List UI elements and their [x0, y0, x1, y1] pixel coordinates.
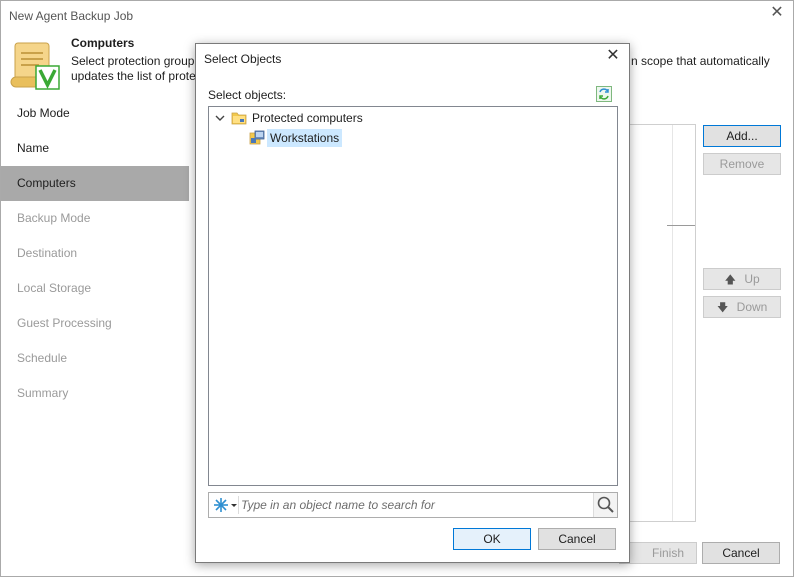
dialog-cancel-button[interactable]: Cancel — [538, 528, 616, 550]
select-objects-label: Select objects: — [208, 88, 287, 102]
folder-icon — [231, 112, 247, 125]
up-button-label: Up — [744, 272, 760, 286]
nav-step-backup-mode[interactable]: Backup Mode — [1, 201, 189, 236]
search-icon — [597, 496, 614, 513]
refresh-icon[interactable] — [596, 86, 612, 102]
finish-button-label: Finish — [651, 546, 684, 560]
arrow-up-icon: 🡅 — [724, 274, 736, 286]
wizard-steps-nav: Job Mode Name Computers Backup Mode Dest… — [1, 96, 189, 411]
column-divider — [672, 125, 673, 521]
chevron-down-icon[interactable] — [215, 109, 227, 127]
search-button[interactable] — [593, 493, 617, 517]
computers-list[interactable] — [626, 124, 696, 522]
dialog-title: Select Objects — [204, 52, 282, 66]
up-button[interactable]: 🡅 Up — [703, 268, 781, 290]
nav-step-computers[interactable]: Computers — [1, 166, 189, 201]
down-button-label: Down — [736, 300, 768, 314]
object-search-bar — [208, 492, 618, 518]
nav-step-name[interactable]: Name — [1, 131, 189, 166]
close-icon[interactable]: ✕ — [769, 5, 785, 21]
job-scroll-icon — [10, 42, 60, 90]
protection-group-icon — [249, 130, 265, 145]
nav-step-destination[interactable]: Destination — [1, 236, 189, 271]
description-line-1-right: n scope that automatically — [631, 54, 770, 68]
tree-node-label: Protected computers — [252, 111, 363, 125]
nav-step-local-storage[interactable]: Local Storage — [1, 271, 189, 306]
down-button[interactable]: 🡇 Down — [703, 296, 781, 318]
dialog-close-icon[interactable]: ✕ — [605, 48, 621, 64]
nav-step-summary[interactable]: Summary — [1, 376, 189, 411]
asterisk-icon — [214, 498, 237, 512]
finish-button[interactable]: Finish — [619, 542, 697, 564]
search-filter-dropdown[interactable] — [212, 496, 238, 514]
tree-node-protected-computers[interactable]: Protected computers — [215, 109, 515, 127]
ok-button[interactable]: OK — [453, 528, 531, 550]
search-separator — [238, 496, 239, 514]
window-title: New Agent Backup Job — [9, 9, 134, 23]
objects-tree[interactable]: Protected computers Workstations — [208, 106, 618, 486]
column-resize-marker — [667, 225, 695, 226]
search-input[interactable] — [241, 495, 591, 515]
nav-step-schedule[interactable]: Schedule — [1, 341, 189, 376]
tree-node-workstations[interactable]: Workstations — [249, 129, 449, 147]
add-button[interactable]: Add... — [703, 125, 781, 147]
nav-step-job-mode[interactable]: Job Mode — [1, 96, 189, 131]
select-objects-dialog: Select Objects ✕ Select objects: Protect… — [195, 43, 630, 563]
description-line-1: Select protection group — [71, 54, 195, 68]
arrow-down-icon: 🡇 — [717, 302, 729, 314]
tree-node-label: Workstations — [267, 129, 343, 147]
page-title: Computers — [71, 36, 135, 50]
cancel-button[interactable]: Cancel — [702, 542, 780, 564]
nav-step-guest-processing[interactable]: Guest Processing — [1, 306, 189, 341]
remove-button[interactable]: Remove — [703, 153, 781, 175]
